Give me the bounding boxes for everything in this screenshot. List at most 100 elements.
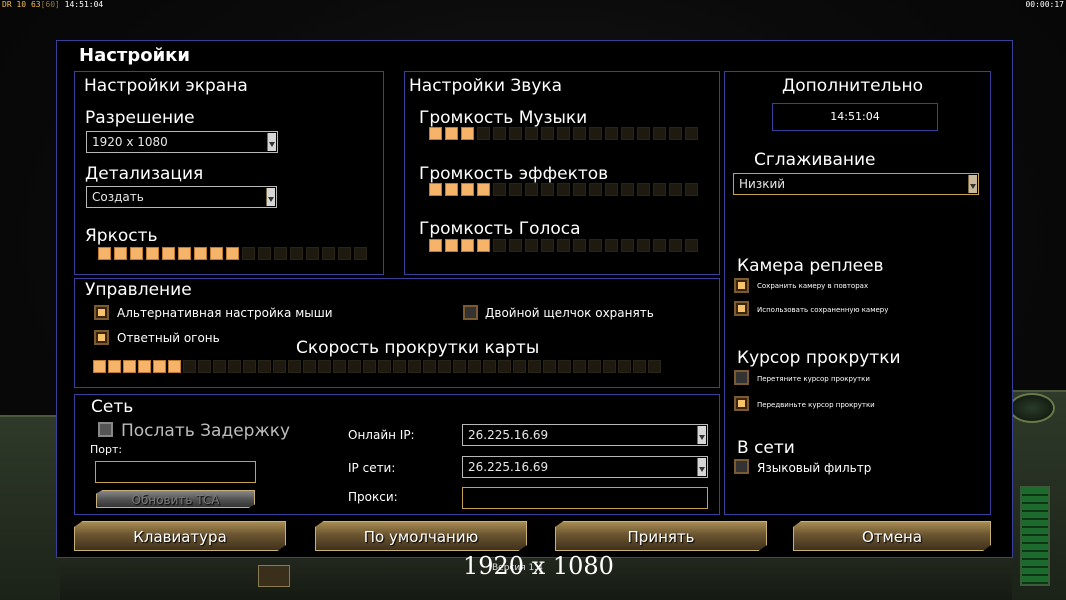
chevron-down-icon[interactable] [968, 175, 977, 193]
slider-segment[interactable] [445, 127, 458, 140]
slider-segment[interactable] [393, 360, 406, 373]
chevron-down-icon[interactable] [267, 133, 276, 151]
slider-segment[interactable] [306, 247, 319, 260]
send-delay-checkbox[interactable] [98, 422, 113, 437]
refresh-tca-button[interactable]: Обновить TCA [96, 490, 255, 508]
slider-segment[interactable] [541, 127, 554, 140]
slider-segment[interactable] [210, 247, 223, 260]
slider-segment[interactable] [573, 360, 586, 373]
slider-segment[interactable] [183, 360, 196, 373]
slider-segment[interactable] [98, 247, 111, 260]
slider-segment[interactable] [258, 247, 271, 260]
save-camera-checkbox[interactable] [734, 278, 749, 293]
slider-segment[interactable] [178, 247, 191, 260]
slider-segment[interactable] [408, 360, 421, 373]
slider-segment[interactable] [461, 183, 474, 196]
slider-segment[interactable] [589, 127, 602, 140]
slider-segment[interactable] [429, 239, 442, 252]
music-volume-slider[interactable] [429, 127, 698, 140]
slider-segment[interactable] [153, 360, 166, 373]
slider-segment[interactable] [557, 183, 570, 196]
slider-segment[interactable] [637, 183, 650, 196]
slider-segment[interactable] [423, 360, 436, 373]
slider-segment[interactable] [603, 360, 616, 373]
slider-segment[interactable] [541, 183, 554, 196]
slider-segment[interactable] [557, 127, 570, 140]
slider-segment[interactable] [445, 239, 458, 252]
slider-segment[interactable] [273, 360, 286, 373]
slider-segment[interactable] [685, 183, 698, 196]
use-camera-checkbox[interactable] [734, 301, 749, 316]
slider-segment[interactable] [477, 239, 490, 252]
slider-segment[interactable] [483, 360, 496, 373]
slider-segment[interactable] [685, 239, 698, 252]
slider-segment[interactable] [363, 360, 376, 373]
slider-segment[interactable] [605, 239, 618, 252]
slider-segment[interactable] [493, 183, 506, 196]
slider-segment[interactable] [322, 247, 335, 260]
slider-segment[interactable] [605, 127, 618, 140]
slider-segment[interactable] [213, 360, 226, 373]
brightness-slider[interactable] [98, 247, 367, 260]
slider-segment[interactable] [146, 247, 159, 260]
defaults-button[interactable]: По умолчанию [315, 521, 527, 551]
slider-segment[interactable] [669, 183, 682, 196]
language-filter-checkbox[interactable] [734, 459, 749, 474]
slider-segment[interactable] [477, 127, 490, 140]
slider-segment[interactable] [541, 239, 554, 252]
scroll-speed-slider[interactable] [93, 360, 661, 373]
slider-segment[interactable] [354, 247, 367, 260]
slider-segment[interactable] [258, 360, 271, 373]
slider-segment[interactable] [653, 183, 666, 196]
slider-segment[interactable] [429, 183, 442, 196]
slider-segment[interactable] [525, 239, 538, 252]
slider-segment[interactable] [194, 247, 207, 260]
slider-segment[interactable] [429, 127, 442, 140]
slider-segment[interactable] [509, 127, 522, 140]
slider-segment[interactable] [573, 183, 586, 196]
slider-segment[interactable] [605, 183, 618, 196]
slider-segment[interactable] [461, 127, 474, 140]
double-click-checkbox[interactable] [463, 305, 478, 320]
cancel-button[interactable]: Отмена [793, 521, 991, 551]
slider-segment[interactable] [168, 360, 181, 373]
drag-cursor-checkbox[interactable] [734, 370, 749, 385]
slider-segment[interactable] [348, 360, 361, 373]
resolution-dropdown[interactable]: 1920 x 1080 [86, 131, 278, 153]
detail-dropdown[interactable]: Создать [86, 186, 277, 208]
keyboard-button[interactable]: Клавиатура [74, 521, 286, 551]
slider-segment[interactable] [93, 360, 106, 373]
slider-segment[interactable] [242, 247, 255, 260]
slider-segment[interactable] [228, 360, 241, 373]
slider-segment[interactable] [557, 239, 570, 252]
slider-segment[interactable] [333, 360, 346, 373]
slider-segment[interactable] [589, 239, 602, 252]
slider-segment[interactable] [621, 239, 634, 252]
slider-segment[interactable] [618, 360, 631, 373]
slider-segment[interactable] [114, 247, 127, 260]
slider-segment[interactable] [453, 360, 466, 373]
slider-segment[interactable] [588, 360, 601, 373]
slider-segment[interactable] [162, 247, 175, 260]
slider-segment[interactable] [621, 127, 634, 140]
slider-segment[interactable] [438, 360, 451, 373]
slider-segment[interactable] [290, 247, 303, 260]
lan-ip-dropdown[interactable]: 26.225.16.69 [462, 456, 708, 478]
slider-segment[interactable] [525, 127, 538, 140]
slider-segment[interactable] [243, 360, 256, 373]
slider-segment[interactable] [461, 239, 474, 252]
port-input[interactable] [95, 461, 256, 483]
slider-segment[interactable] [653, 127, 666, 140]
slider-segment[interactable] [477, 183, 490, 196]
slider-segment[interactable] [123, 360, 136, 373]
slider-segment[interactable] [338, 247, 351, 260]
slider-segment[interactable] [493, 127, 506, 140]
chevron-down-icon[interactable] [266, 188, 275, 206]
slider-segment[interactable] [468, 360, 481, 373]
slider-segment[interactable] [509, 183, 522, 196]
slider-segment[interactable] [543, 360, 556, 373]
voice-volume-slider[interactable] [429, 239, 698, 252]
slider-segment[interactable] [509, 239, 522, 252]
slider-segment[interactable] [528, 360, 541, 373]
slider-segment[interactable] [573, 239, 586, 252]
